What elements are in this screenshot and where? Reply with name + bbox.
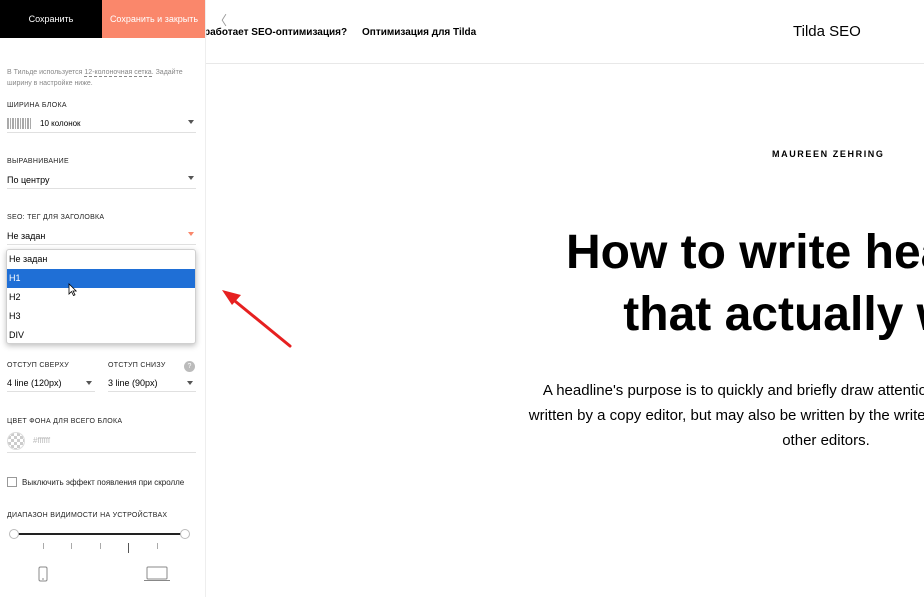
article-author: MAUREEN ZEHRING — [772, 149, 885, 159]
lead-line-3: other editors. — [782, 432, 870, 449]
article-lead: A headline's purpose is to quickly and b… — [206, 378, 924, 453]
scroll-effect-checkbox[interactable] — [7, 477, 17, 487]
page-preview: 〈 работает SEO-оптимизация? Оптимизация … — [206, 0, 924, 597]
block-width-select[interactable]: 10 колонок — [7, 115, 196, 133]
headline-line-1: How to write headlines — [565, 226, 924, 279]
scroll-effect-label: Выключить эффект появления при скролле — [22, 478, 185, 487]
site-brand[interactable]: Tilda SEO — [793, 23, 861, 40]
seo-option-div[interactable]: DIV — [7, 325, 195, 343]
alignment-label: ВЫРАВНИВАНИЕ — [7, 158, 69, 165]
block-width-label: ШИРИНА БЛОКА — [7, 102, 67, 109]
seo-option-none[interactable]: Не задан — [7, 250, 195, 269]
slider-handle-max[interactable] — [180, 529, 190, 539]
padding-top-label: ОТСТУП СВЕРХУ — [7, 362, 70, 369]
chevron-down-icon — [187, 381, 193, 385]
bg-color-label: ЦВЕТ ФОНА ДЛЯ ВСЕГО БЛОКА — [7, 418, 123, 425]
columns-icon — [7, 118, 31, 129]
menu-item-seo-how[interactable]: работает SEO-оптимизация? — [206, 27, 347, 38]
padding-top-select[interactable]: 4 line (120px) — [7, 374, 95, 392]
lead-line-1: A headline's purpose is to quickly and b… — [542, 382, 924, 399]
panel-toolbar: Сохранить Сохранить и закрыть — [0, 0, 205, 38]
tick — [100, 543, 101, 549]
grid-hint: В Тильде используется 12-колоночная сетк… — [7, 67, 197, 89]
seo-option-h2[interactable]: H2 — [7, 288, 195, 307]
lead-line-2: written by a copy editor, but may also b… — [528, 407, 924, 424]
alignment-select[interactable]: По центру — [7, 171, 196, 189]
grid-hint-text: В Тильде используется — [7, 69, 85, 76]
chevron-down-icon — [188, 176, 194, 180]
padding-bottom-value: 3 line (90px) — [108, 377, 158, 388]
tick — [157, 543, 158, 549]
chevron-down-icon — [86, 381, 92, 385]
block-width-value: 10 колонок — [40, 119, 81, 128]
seo-option-h1[interactable]: H1 — [7, 268, 195, 288]
site-menu: 〈 работает SEO-оптимизация? Оптимизация … — [206, 0, 924, 64]
settings-panel: Сохранить Сохранить и закрыть В Тильде и… — [0, 0, 206, 597]
seo-tag-dropdown: Не задан H1 H2 H3 DIV — [6, 249, 196, 344]
tick — [43, 543, 44, 549]
save-button[interactable]: Сохранить — [0, 0, 102, 38]
visibility-slider-track — [14, 533, 185, 535]
padding-bottom-label: ОТСТУП СНИЗУ — [108, 362, 166, 369]
chevron-down-icon — [188, 232, 194, 236]
grid-hint-link[interactable]: 12-колоночная сетка — [84, 69, 152, 77]
alignment-value: По центру — [7, 174, 50, 185]
color-swatch[interactable] — [7, 432, 25, 450]
padding-bottom-select[interactable]: 3 line (90px) — [108, 374, 196, 392]
tick — [128, 543, 129, 553]
chevron-down-icon — [188, 120, 194, 124]
laptop-icon[interactable] — [143, 566, 171, 582]
seo-option-h3[interactable]: H3 — [7, 306, 195, 325]
slider-handle-min[interactable] — [9, 529, 19, 539]
seo-tag-select[interactable]: Не задан — [7, 227, 196, 245]
headline-line-2: that actually work — [623, 288, 924, 341]
padding-top-value: 4 line (120px) — [7, 377, 62, 388]
menu-item-tilda-opt[interactable]: Оптимизация для Tilda — [362, 27, 476, 38]
help-icon[interactable]: ? — [184, 361, 195, 372]
seo-tag-value: Не задан — [7, 230, 46, 241]
tick — [71, 543, 72, 549]
article-headline: How to write headlines that actually wor… — [206, 222, 924, 346]
seo-tag-label: SEO: ТЕГ ДЛЯ ЗАГОЛОВКА — [7, 214, 105, 221]
mobile-icon[interactable] — [38, 566, 48, 582]
bg-color-input[interactable]: #ffffff — [33, 436, 50, 445]
mouse-cursor-icon — [68, 283, 77, 296]
save-and-close-button[interactable]: Сохранить и закрыть — [102, 0, 205, 38]
divider — [7, 452, 196, 453]
visibility-label: ДИАПАЗОН ВИДИМОСТИ НА УСТРОЙСТВАХ — [7, 512, 168, 519]
